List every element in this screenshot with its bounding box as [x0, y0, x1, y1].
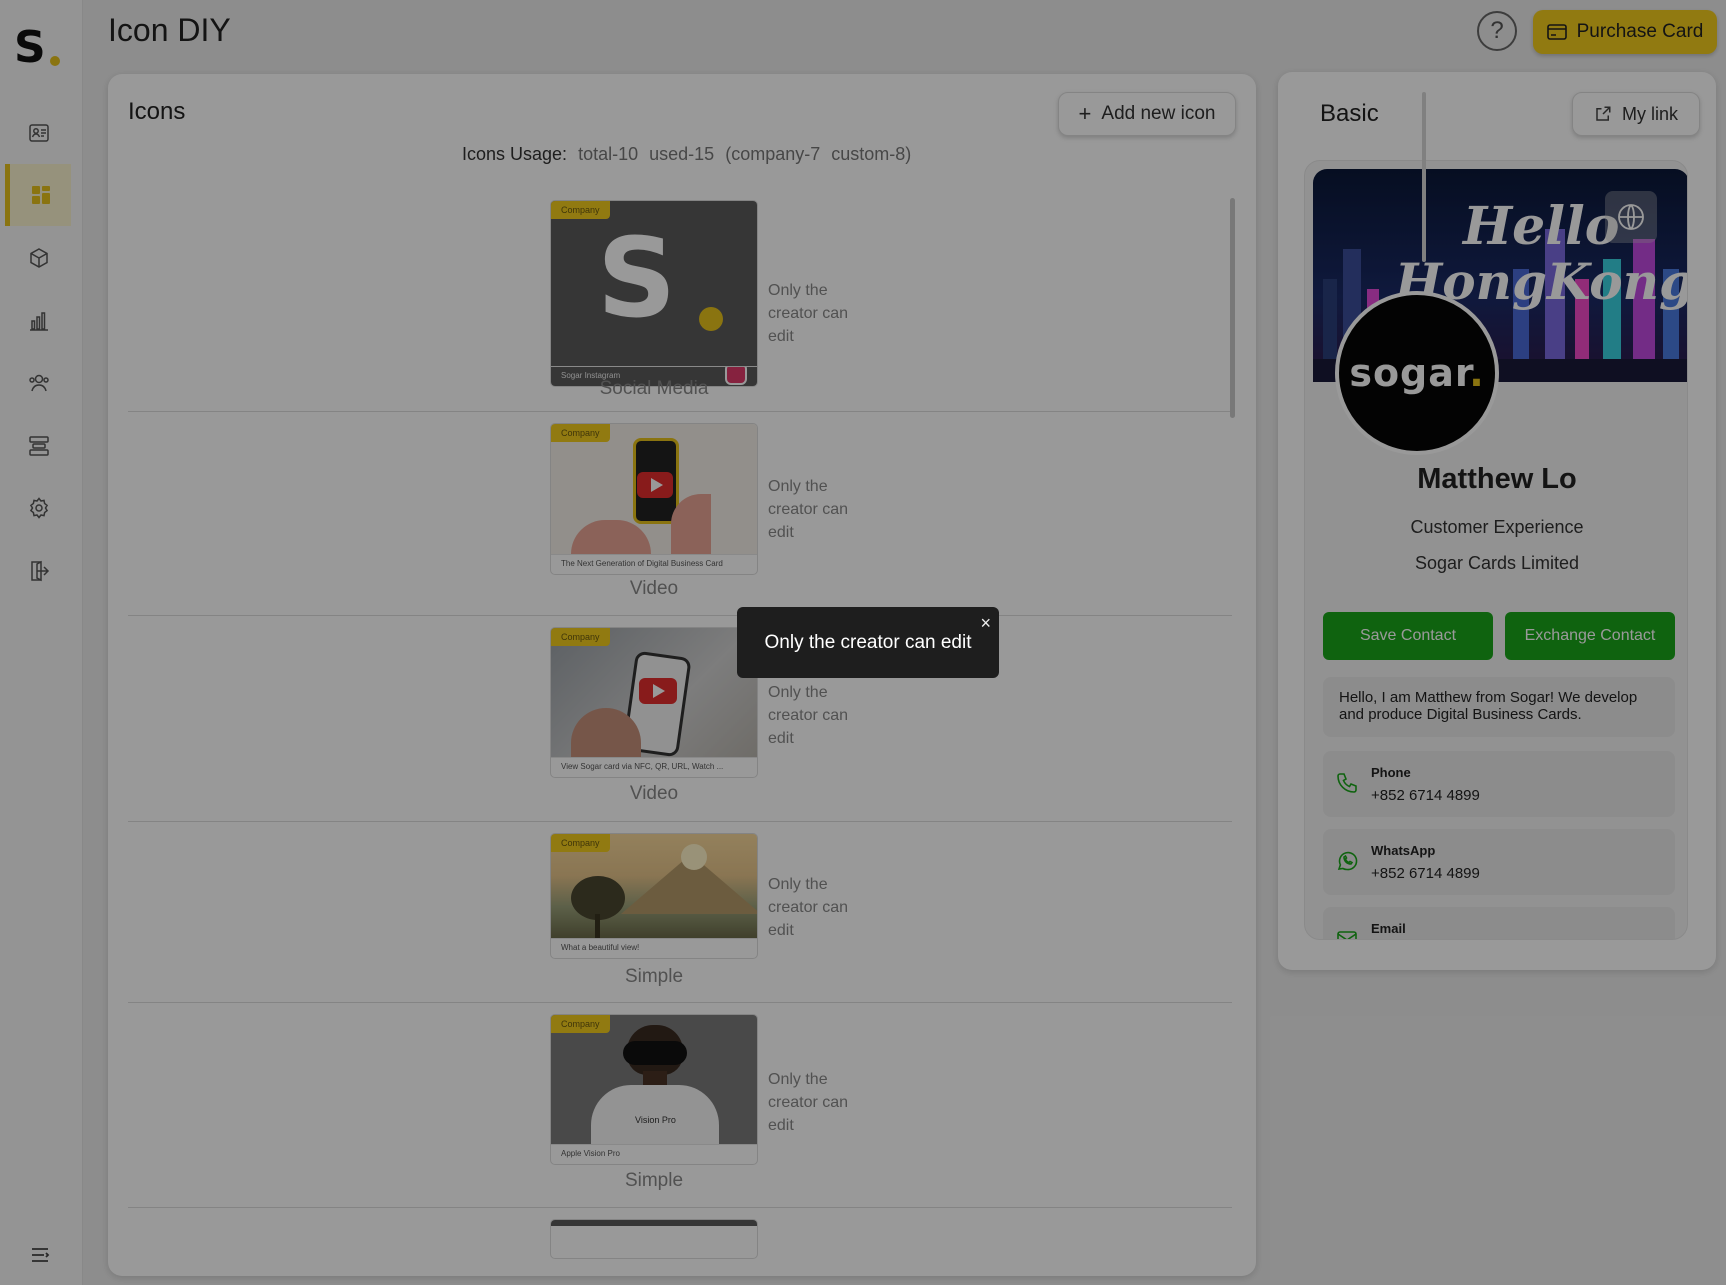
close-icon[interactable]: ×: [980, 613, 991, 634]
tooltip-text: Only the creator can edit: [764, 631, 972, 653]
creator-only-tooltip: Only the creator can edit ×: [737, 607, 999, 678]
